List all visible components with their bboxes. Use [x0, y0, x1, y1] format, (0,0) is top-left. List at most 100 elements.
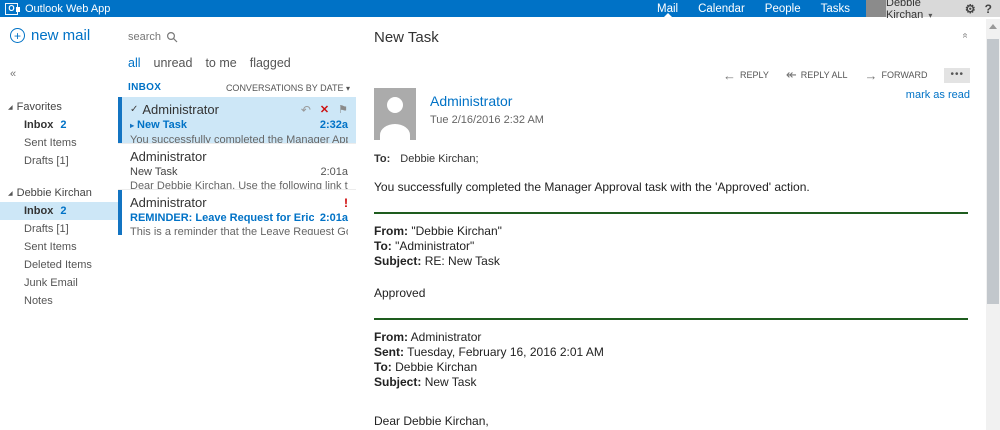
reply-all-arrow-icon: ↞: [785, 67, 797, 82]
conversation-preview: This is a reminder that the Leave Reques…: [130, 226, 348, 235]
more-actions-button[interactable]: •••: [944, 67, 970, 83]
reply-icon[interactable]: ↶: [301, 102, 311, 118]
plus-icon: +: [10, 28, 25, 43]
reading-pane: New Task « ← REPLY ↞ REPLY ALL → FORWARD…: [356, 17, 1000, 430]
folder-sent-items[interactable]: Sent Items: [0, 238, 118, 256]
conversation-item[interactable]: Administrator New Task 2:01a Dear Debbie…: [118, 143, 356, 189]
reply-arrow-icon: ←: [723, 67, 737, 83]
folder-label: Inbox: [24, 119, 54, 131]
gear-icon[interactable]: ⚙: [965, 2, 976, 16]
main-area: + new mail « ◢ Favorites Inbox 2 Sent Ite…: [0, 17, 1000, 430]
subject-text: New Task: [137, 119, 187, 131]
folder-label: Sent Items: [24, 241, 77, 253]
filter-flagged[interactable]: flagged: [250, 56, 291, 70]
conversation-item[interactable]: Administrator ! REMINDER: Leave Request …: [118, 189, 356, 235]
subject-label: Subject:: [374, 254, 422, 268]
conversation-subject: REMINDER: Leave Request for Eric Schaffe…: [130, 212, 314, 224]
unread-count: 2: [60, 119, 67, 131]
tree-header-mailbox[interactable]: ◢ Debbie Kirchan: [0, 184, 118, 202]
chevron-down-icon: ▾: [345, 84, 350, 93]
scroll-up-arrow-icon[interactable]: [986, 19, 1000, 34]
conversation-time: 2:32a: [319, 119, 348, 131]
delete-icon[interactable]: ✕: [320, 102, 329, 118]
mailbox-tree: ◢ Debbie Kirchan Inbox 2 Drafts [1] Sent …: [0, 184, 118, 310]
conversation-preview: Dear Debbie Kirchan, Use the following l…: [130, 180, 348, 189]
sender-name[interactable]: Administrator: [430, 93, 544, 109]
avatar: [374, 88, 416, 140]
reply-all-button[interactable]: ↞ REPLY ALL: [786, 67, 848, 83]
scrollbar-thumb[interactable]: [987, 39, 999, 304]
body-paragraph: Dear Debbie Kirchan, Use the following l…: [374, 414, 970, 430]
filter-to-me[interactable]: to me: [205, 56, 236, 70]
filter-all[interactable]: all: [128, 56, 141, 70]
folder-label: Drafts [1]: [24, 223, 69, 235]
reply-all-label: REPLY ALL: [800, 70, 848, 80]
sent-value: Tuesday, February 16, 2016 2:01 AM: [407, 345, 604, 359]
twisty-icon: ◢: [8, 104, 13, 111]
nav-calendar[interactable]: Calendar: [698, 0, 745, 17]
folder-favorites-inbox[interactable]: Inbox 2: [0, 116, 118, 134]
quoted-header-to: To: Debbie Kirchan: [374, 360, 970, 375]
quoted-header-to: To: "Administrator": [374, 239, 970, 254]
filter-tabs: all unread to me flagged: [118, 56, 356, 70]
conversation-item[interactable]: ✓ Administrator ↶ ✕ ⚑ ▸ New Task 2:32a Yo…: [118, 97, 356, 143]
to-value: "Administrator": [395, 239, 475, 253]
collapse-pane-icon[interactable]: «: [0, 68, 118, 80]
nav-people[interactable]: People: [765, 0, 801, 17]
user-area: Debbie Kirchan ▾ ⚙ ?: [886, 0, 1000, 21]
quoted-header-subject: Subject: RE: New Task: [374, 254, 970, 269]
check-icon: ✓: [130, 104, 139, 115]
high-importance-icon: !: [344, 196, 348, 210]
divider: [374, 318, 968, 320]
vertical-scrollbar[interactable]: [986, 19, 1000, 430]
folder-favorites-drafts[interactable]: Drafts [1]: [0, 152, 118, 170]
new-mail-label: new mail: [31, 27, 91, 44]
forward-button[interactable]: → FORWARD: [864, 68, 927, 83]
folder-notes[interactable]: Notes: [0, 292, 118, 310]
folder-inbox[interactable]: Inbox 2: [0, 202, 118, 220]
sort-dropdown[interactable]: CONVERSATIONS BY DATE ▾: [226, 83, 350, 93]
folder-label: Deleted Items: [24, 259, 92, 271]
top-bar: O Outlook Web App Mail Calendar People T…: [0, 0, 1000, 21]
from-label: From:: [374, 330, 408, 344]
folder-drafts[interactable]: Drafts [1]: [0, 220, 118, 238]
reply-button[interactable]: ← REPLY: [723, 68, 769, 83]
folder-label: Inbox: [24, 205, 54, 217]
from-label: From:: [374, 224, 408, 238]
recipient-name[interactable]: Debbie Kirchan;: [400, 153, 478, 165]
app-title: Outlook Web App: [25, 2, 111, 15]
quoted-header-from: From: Administrator: [374, 330, 970, 345]
folder-favorites-sent-items[interactable]: Sent Items: [0, 134, 118, 152]
flag-icon[interactable]: ⚑: [338, 102, 348, 118]
filter-unread[interactable]: unread: [154, 56, 193, 70]
folder-label: Junk Email: [24, 277, 78, 289]
folder-junk-email[interactable]: Junk Email: [0, 274, 118, 292]
top-nav: Mail Calendar People Tasks: [657, 0, 850, 17]
twisty-icon: ◢: [8, 190, 13, 197]
folder-label: Notes: [24, 295, 53, 307]
conversation-sender: Administrator: [130, 149, 207, 164]
message-header: Administrator Tue 2/16/2016 2:32 AM: [374, 88, 970, 140]
from-value: "Debbie Kirchan": [411, 224, 502, 238]
nav-mail[interactable]: Mail: [657, 0, 678, 17]
tree-header-favorites[interactable]: ◢ Favorites: [0, 98, 118, 116]
nav-tasks[interactable]: Tasks: [821, 0, 850, 17]
unread-count: 2: [60, 205, 67, 217]
subject-value: New Task: [424, 375, 477, 389]
subject-value: RE: New Task: [424, 254, 500, 268]
body-paragraph: You successfully completed the Manager A…: [374, 180, 810, 194]
folder-deleted-items[interactable]: Deleted Items: [0, 256, 118, 274]
quoted-header-from: From: "Debbie Kirchan": [374, 224, 970, 239]
to-label: To:: [374, 153, 391, 165]
mark-as-read-link[interactable]: mark as read: [906, 89, 970, 101]
search-icon: [167, 31, 178, 43]
message-actions: ← REPLY ↞ REPLY ALL → FORWARD •••: [723, 67, 970, 83]
expand-conversation-icon[interactable]: ▸: [130, 121, 134, 130]
to-value: Debbie Kirchan: [395, 360, 478, 374]
to-label: To:: [374, 239, 392, 253]
collapse-reading-pane-icon[interactable]: «: [960, 33, 971, 39]
help-icon[interactable]: ?: [985, 2, 992, 16]
new-mail-button[interactable]: + new mail: [0, 27, 118, 44]
search-box[interactable]: search: [118, 31, 356, 43]
sort-label: CONVERSATIONS BY DATE: [225, 83, 344, 93]
